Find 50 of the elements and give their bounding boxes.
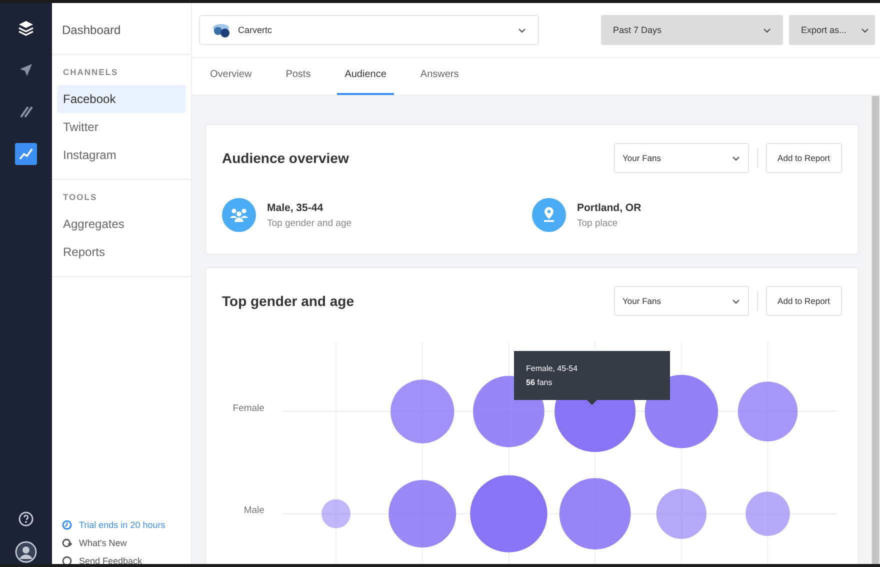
sidebar-item[interactable]: Reports: [57, 238, 186, 266]
fans-select[interactable]: Your Fans: [614, 143, 749, 173]
footer-link[interactable]: What's New: [79, 538, 127, 548]
chevron-down-icon: [732, 298, 740, 304]
tooltip-title: Female, 45-54: [526, 363, 579, 375]
bubble: [746, 492, 790, 536]
location-pin-icon: [532, 198, 566, 232]
account-select[interactable]: Carvertc: [199, 15, 539, 45]
footer-link[interactable]: Send Feedback: [79, 556, 142, 564]
stat-caption: Top place: [577, 218, 619, 228]
chevron-down-icon: [861, 28, 869, 32]
bubble: [656, 488, 707, 539]
tooltip-value: 56 fans: [526, 377, 554, 389]
chevron-down-icon: [732, 156, 740, 160]
help-icon[interactable]: [18, 511, 34, 527]
tab[interactable]: Audience: [336, 58, 394, 95]
tab[interactable]: Answers: [412, 58, 467, 95]
chevron-down-icon: [763, 28, 771, 32]
fans-select[interactable]: Your Fans: [614, 286, 749, 316]
section-heading: CHANNELS: [62, 67, 120, 79]
card-title: Audience overview: [222, 150, 350, 166]
add-to-report-button[interactable]: Add to Report: [766, 286, 842, 316]
period-select[interactable]: Past 7 Days: [601, 15, 783, 45]
stat-value: Portland, OR: [577, 202, 642, 214]
bubble: [390, 380, 455, 444]
bubble: [738, 382, 798, 442]
stat-caption: Top gender and age: [267, 218, 352, 228]
sidebar-item[interactable]: Facebook: [57, 85, 186, 113]
bubble: [560, 478, 632, 550]
stat-value: Male, 35-44: [267, 202, 324, 214]
add-to-report-button[interactable]: Add to Report: [766, 143, 842, 173]
people-icon: [222, 198, 256, 232]
row-label: Female: [232, 403, 264, 414]
line-chart-icon[interactable]: [15, 143, 37, 165]
bubble: [389, 480, 457, 548]
clock-icon: [62, 520, 72, 530]
row-label: Male: [244, 505, 264, 516]
chevron-down-icon: [518, 28, 526, 32]
tab[interactable]: Posts: [278, 58, 319, 95]
tab[interactable]: Overview: [202, 58, 260, 95]
account-logo-icon: [212, 22, 232, 38]
sidebar-item[interactable]: Twitter: [57, 113, 186, 141]
sidebar-item[interactable]: Aggregates: [57, 210, 186, 238]
bubble: [322, 499, 351, 528]
avatar-icon[interactable]: [15, 541, 37, 563]
dashboard-link[interactable]: Dashboard: [52, 3, 191, 55]
export-select[interactable]: Export as...: [789, 15, 875, 45]
card-title: Top gender and age: [222, 293, 355, 309]
sidebar-item[interactable]: Instagram: [57, 141, 186, 169]
section-heading: TOOLS: [62, 192, 98, 204]
